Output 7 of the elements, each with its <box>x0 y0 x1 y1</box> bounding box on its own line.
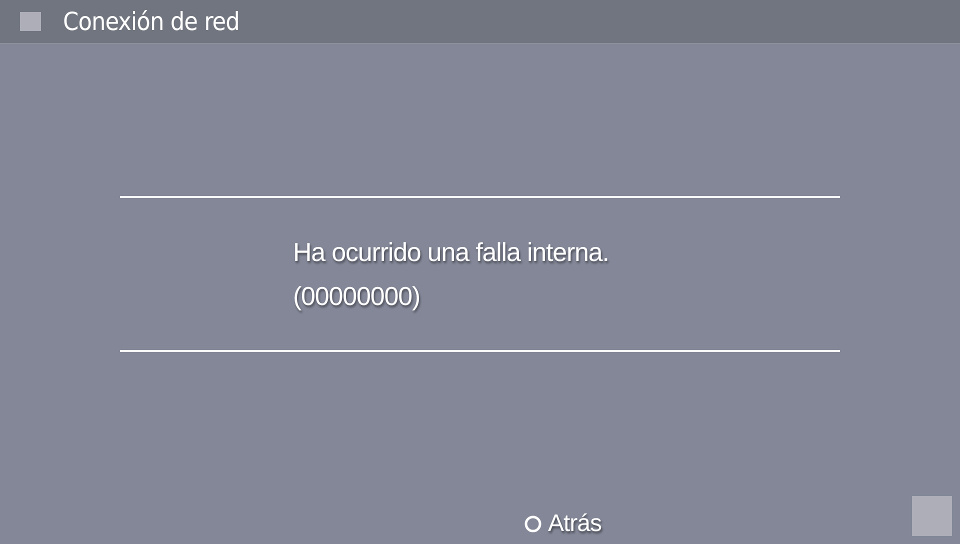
square-icon[interactable] <box>912 496 952 536</box>
circle-icon <box>524 515 542 533</box>
square-icon <box>20 12 41 31</box>
window-title: Conexión de red <box>63 7 240 36</box>
back-button[interactable]: Atrás <box>522 508 604 540</box>
message-text: Ha ocurrido una falla interna. <box>293 236 610 269</box>
message-text: (00000000) <box>293 280 421 313</box>
